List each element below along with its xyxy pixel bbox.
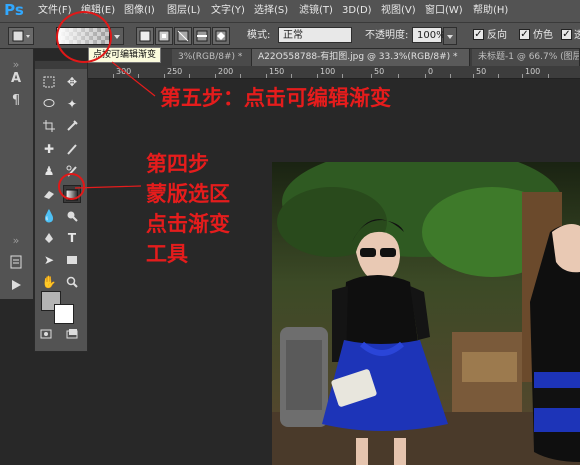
step-four-line-1: 第四步 <box>146 152 209 176</box>
annotation-lines <box>74 61 156 189</box>
step-five-annotation: 第五步：点击可编辑渐变 <box>160 86 391 110</box>
step-four-annotation: 第四步 蒙版选区 点击渐变 工具 <box>146 149 230 269</box>
step-four-line-4: 工具 <box>146 242 188 266</box>
highlight-circle-gradient-tool <box>58 173 85 200</box>
step-four-line-3: 点击渐变 <box>146 212 230 236</box>
step-four-line-2: 蒙版选区 <box>146 182 230 206</box>
